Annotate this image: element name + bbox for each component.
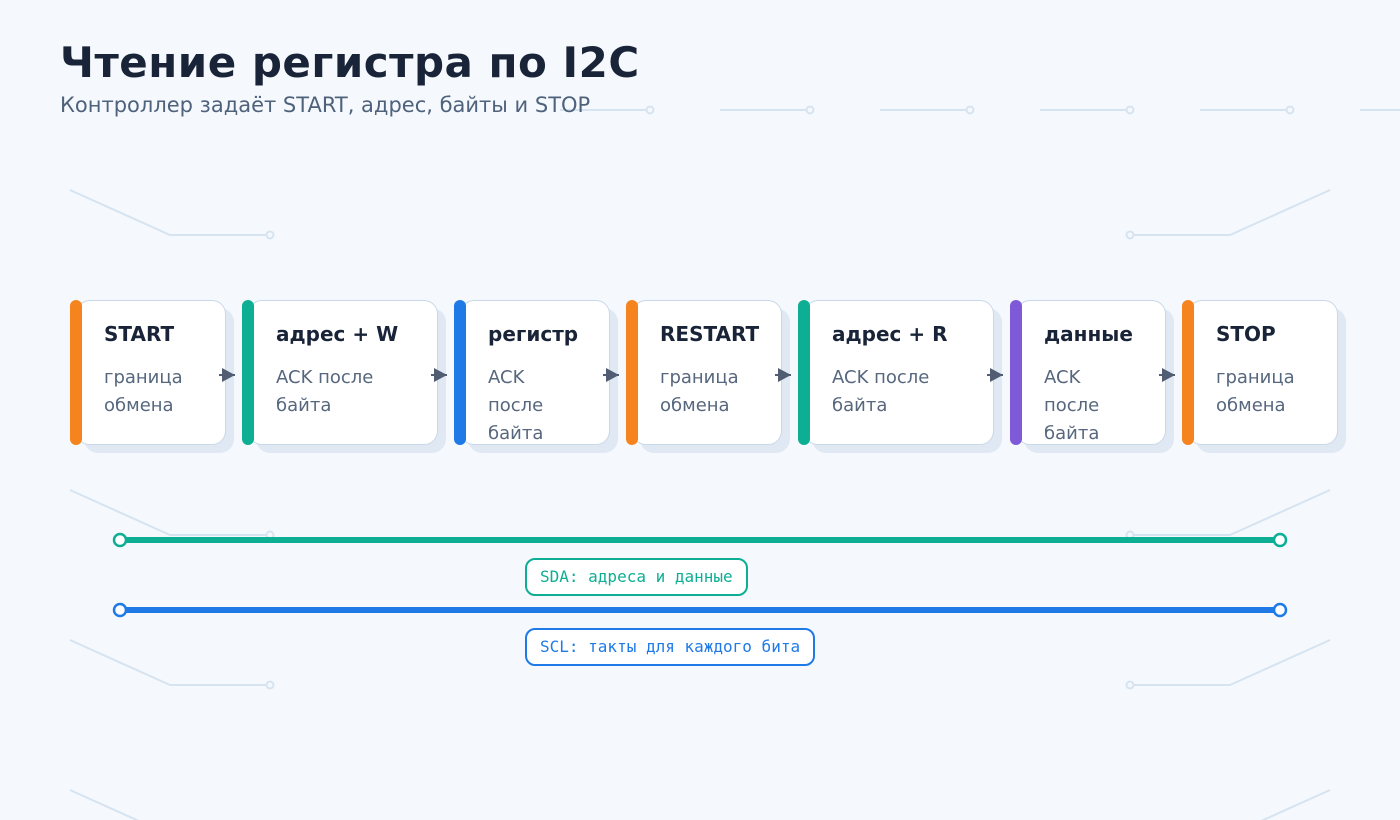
sda-bus-line	[112, 532, 1288, 548]
step-description: ACK после байта	[1044, 367, 1100, 444]
step-title: STOP	[1216, 322, 1276, 346]
arrow-right-icon	[219, 368, 235, 382]
step-register: регистр ACK после байта	[454, 300, 618, 453]
step-title: адрес + W	[276, 322, 399, 346]
step-description: ACK после байта	[488, 367, 544, 444]
step-restart: RESTART граница обмена	[626, 300, 790, 453]
step-title: START	[104, 322, 175, 346]
page-subtitle: Контроллер задаёт START, адрес, байты и …	[60, 93, 591, 117]
step-data: данные ACK после байта	[1010, 300, 1174, 453]
step-title: регистр	[488, 322, 579, 346]
arrow-right-icon	[775, 368, 791, 382]
arrow-right-icon	[1159, 368, 1175, 382]
step-accent-bar	[1182, 300, 1194, 445]
step-address-read: адрес + R ACK после байта	[798, 300, 1002, 453]
sda-bus-label: SDA: адреса и данные	[525, 558, 748, 596]
step-accent-bar	[1010, 300, 1022, 445]
step-description: граница обмена	[1216, 367, 1295, 416]
step-stop: STOP граница обмена	[1182, 300, 1346, 453]
page-title: Чтение регистра по I2C	[60, 38, 640, 87]
arrow-right-icon	[431, 368, 447, 382]
step-description: граница обмена	[104, 367, 183, 416]
step-title: адрес + R	[832, 322, 948, 346]
arrow-right-icon	[603, 368, 619, 382]
step-accent-bar	[242, 300, 254, 445]
step-description: ACK после байта	[276, 367, 374, 416]
step-accent-bar	[454, 300, 466, 445]
step-description: граница обмена	[660, 367, 739, 416]
scl-bus-line	[112, 602, 1288, 618]
arrow-right-icon	[987, 368, 1003, 382]
scl-bus-label: SCL: такты для каждого бита	[525, 628, 816, 666]
step-accent-bar	[798, 300, 810, 445]
step-title: RESTART	[660, 322, 760, 346]
step-accent-bar	[70, 300, 82, 445]
step-description: ACK после байта	[832, 367, 930, 416]
step-start: START граница обмена	[70, 300, 234, 453]
step-title: данные	[1044, 322, 1133, 346]
step-accent-bar	[626, 300, 638, 445]
step-address-write: адрес + W ACK после байта	[242, 300, 446, 453]
